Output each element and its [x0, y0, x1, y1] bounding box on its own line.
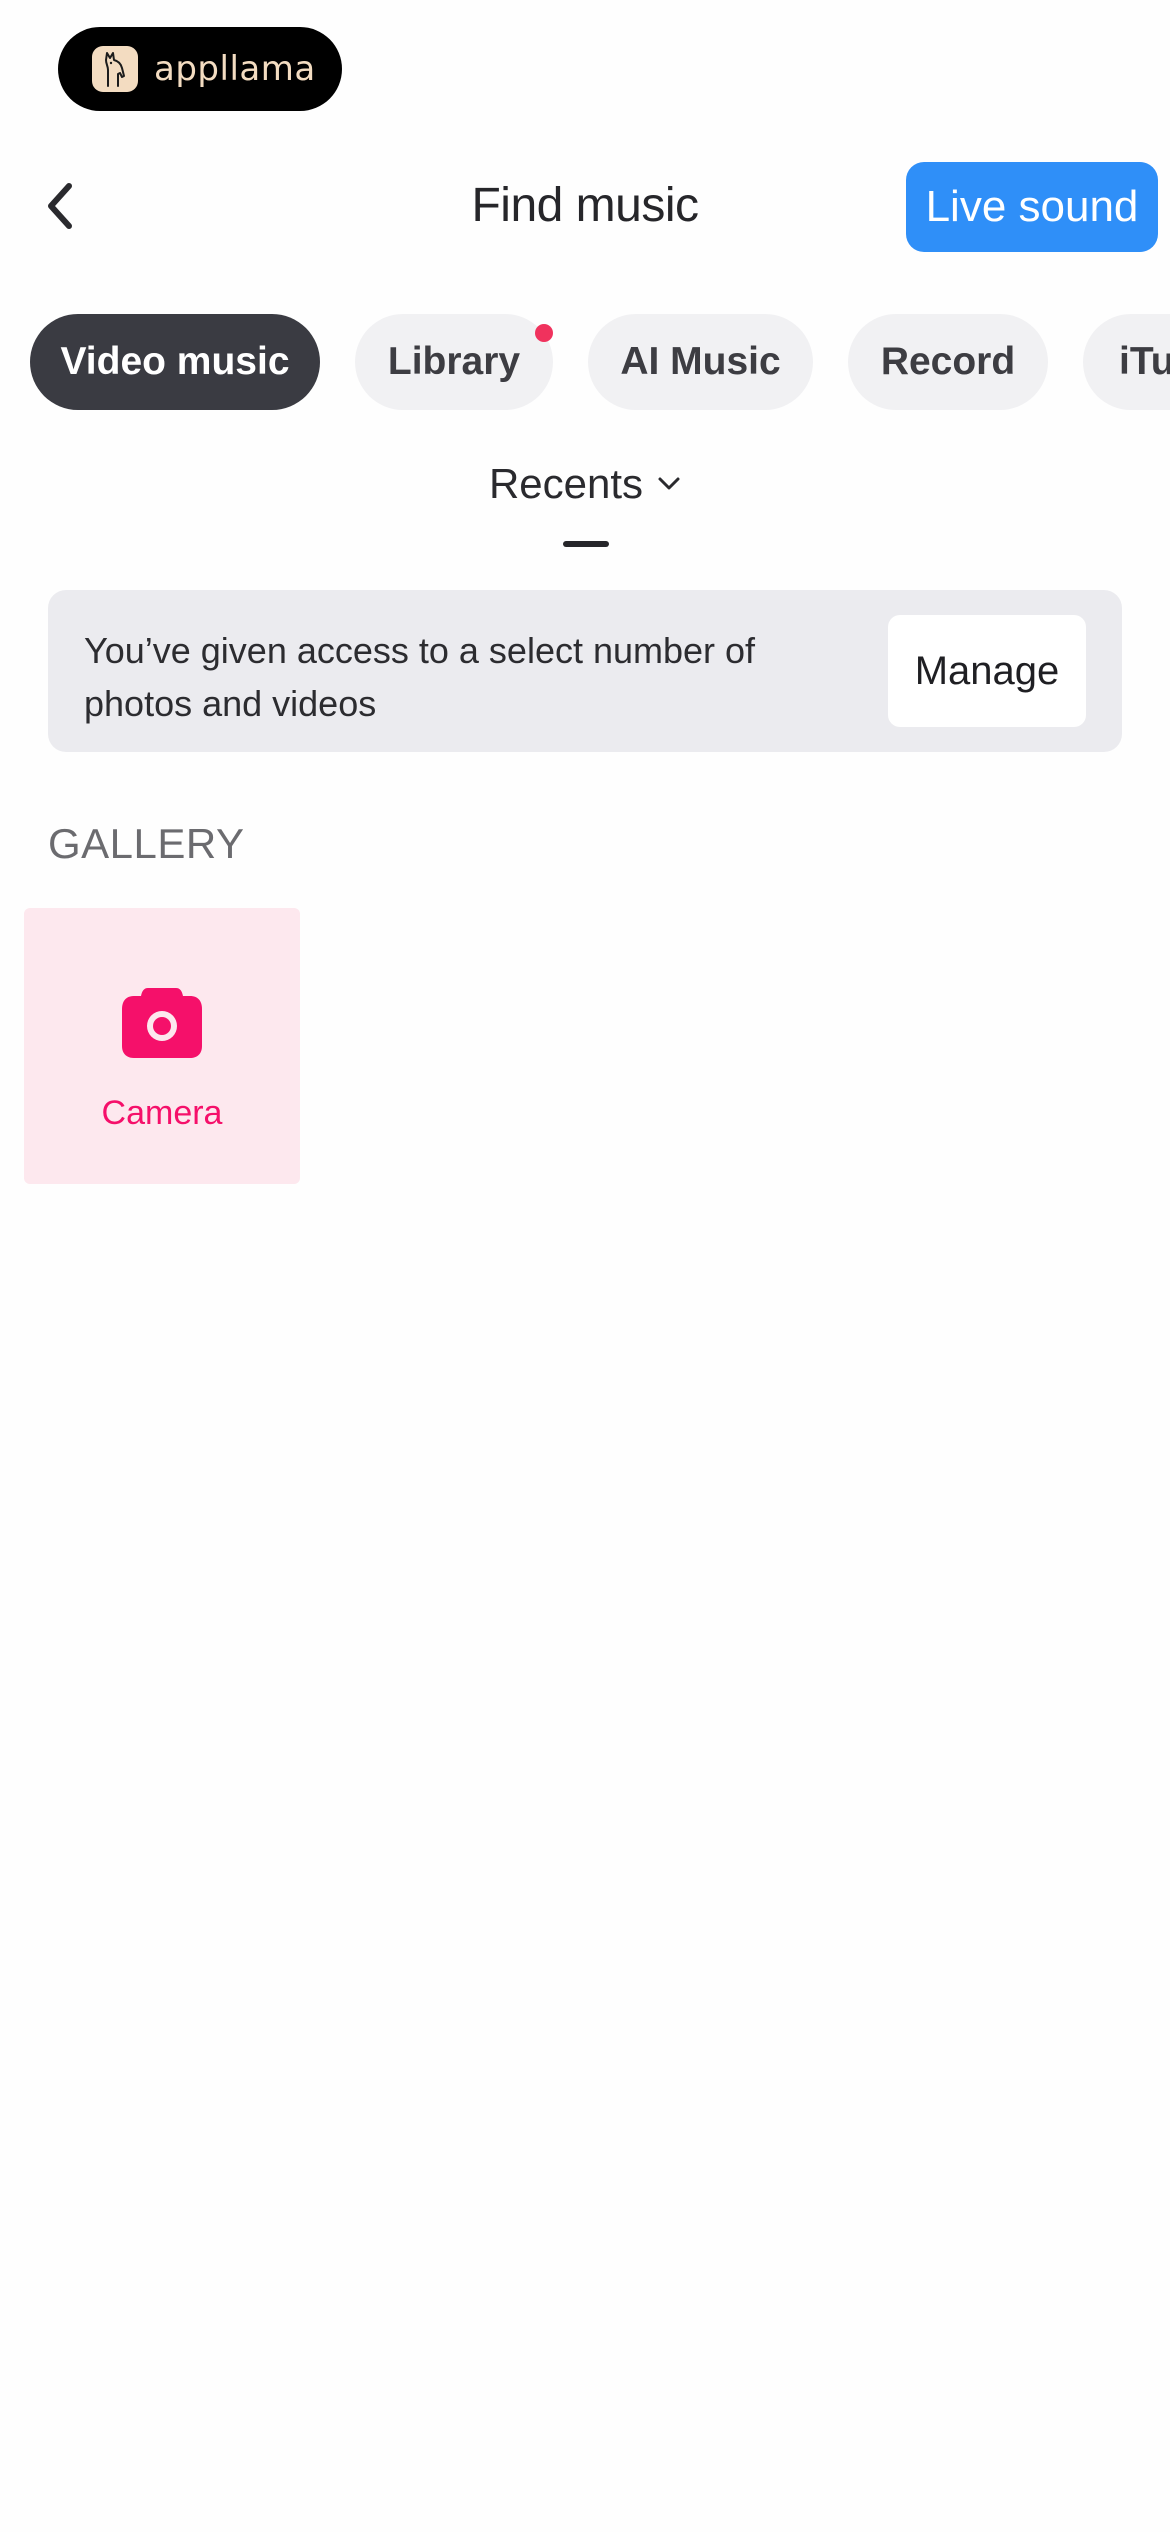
album-selector[interactable]: Recents	[0, 460, 1170, 508]
selector-underline	[563, 541, 609, 547]
album-selector-label: Recents	[488, 460, 644, 507]
manage-button[interactable]: Manage	[888, 615, 1086, 727]
tab-library[interactable]: Library	[355, 314, 553, 410]
header-bar: Find music Live sound	[0, 160, 1170, 252]
gallery-heading: GALLERY	[48, 820, 245, 867]
brand-badge: appllama	[58, 27, 342, 111]
live-sound-button[interactable]: Live sound	[906, 162, 1158, 252]
camera-label: Camera	[101, 1094, 223, 1132]
limited-access-banner: You’ve given access to a select number o…	[48, 590, 1122, 752]
tab-label: Video music	[60, 340, 290, 383]
find-music-screen: appllama Find music Live sound Video mus…	[0, 0, 1170, 2532]
tab-itunes[interactable]: iTu	[1083, 314, 1170, 410]
chevron-down-icon	[658, 477, 680, 490]
access-message: You’ve given access to a select number o…	[84, 630, 756, 724]
camera-icon	[122, 988, 202, 1058]
tab-label: iTu	[1119, 340, 1170, 383]
notification-dot	[535, 324, 553, 342]
tab-label: Library	[387, 340, 521, 383]
llama-logo-icon	[92, 46, 138, 92]
tab-video-music[interactable]: Video music	[30, 314, 320, 410]
brand-name: appllama	[154, 49, 316, 89]
camera-tile[interactable]: Camera	[24, 908, 300, 1184]
tab-label: Record	[880, 340, 1016, 383]
music-source-tabs: Video music Library AI Music Record iTu	[0, 314, 1170, 410]
tab-record[interactable]: Record	[848, 314, 1048, 410]
tab-label: AI Music	[620, 340, 781, 383]
tab-ai-music[interactable]: AI Music	[588, 314, 813, 410]
